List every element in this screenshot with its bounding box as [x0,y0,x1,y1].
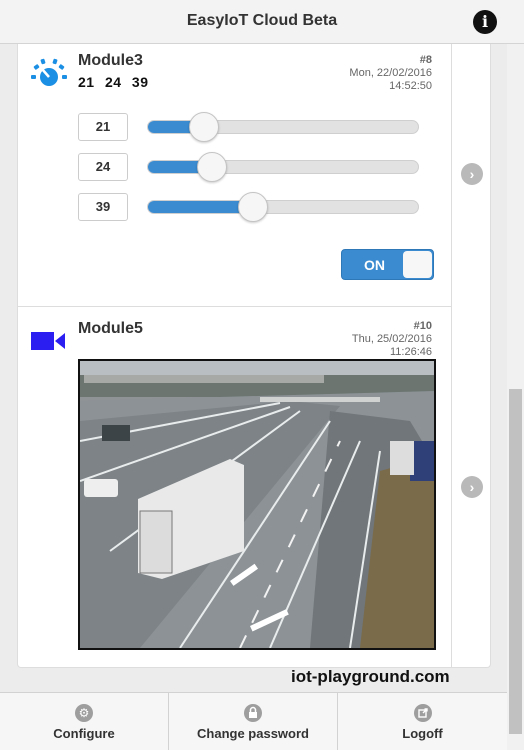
module-item-module5[interactable]: Module5 #10 Thu, 25/02/2016 11:26:46 [18,308,452,667]
slider-value-input[interactable]: 21 [78,113,128,141]
module-time: 14:52:50 [389,80,432,92]
slider-track[interactable] [147,160,419,174]
toggle-knob[interactable] [403,251,432,278]
footer-bar: ⚙ Configure Change password Logoff [0,692,507,750]
slider-value-input[interactable]: 39 [78,193,128,221]
camera-image [78,359,436,650]
module-date: Mon, 22/02/2016 [349,67,432,79]
module-time: 11:26:46 [389,346,432,358]
scrollbar-thumb[interactable] [509,389,522,734]
module-meta: #8 Mon, 22/02/2016 14:52:50 [349,54,432,93]
module-values: 21 24 39 [78,74,149,90]
slider-track[interactable] [147,200,419,214]
slider-handle[interactable] [197,152,228,182]
gear-icon: ⚙ [75,704,93,722]
slider-value-input[interactable]: 24 [78,153,128,181]
module-meta: #10 Thu, 25/02/2016 11:26:46 [352,320,432,359]
slider-track[interactable] [147,120,419,134]
gauge-icon [31,58,67,86]
slider-handle[interactable] [238,192,269,222]
module-name: Module3 [78,52,143,69]
module-date: Thu, 25/02/2016 [351,333,432,345]
change-password-label: Change password [197,726,309,741]
on-off-toggle[interactable]: ON [341,249,434,280]
video-camera-icon [31,332,65,350]
module-number: #8 [419,54,432,66]
module-item-arrow-cell[interactable]: › [452,44,491,307]
slider-row: 24 [78,152,423,182]
logoff-button[interactable]: Logoff [338,693,507,750]
module-item-module3[interactable]: Module3 21 24 39 #8 Mon, 22/02/2016 14:5… [18,44,452,307]
chevron-right-icon[interactable]: › [461,163,483,185]
module-number: #10 [413,320,432,332]
change-password-button[interactable]: Change password [169,693,338,750]
module-list: Module3 21 24 39 #8 Mon, 22/02/2016 14:5… [17,44,491,668]
configure-button[interactable]: ⚙ Configure [0,693,169,750]
info-icon[interactable]: i [473,10,497,34]
chevron-right-icon[interactable]: › [461,476,483,498]
slider-row: 39 [78,192,423,222]
app-header: EasyIoT Cloud Beta i [0,0,524,44]
slider-handle[interactable] [189,112,220,142]
watermark: iot-playground.com [291,667,450,686]
slider-row: 21 [78,112,423,142]
logoff-label: Logoff [402,726,443,741]
toggle-label: ON [364,257,385,273]
lock-icon [244,704,262,722]
configure-label: Configure [53,726,115,741]
logout-icon [414,704,432,722]
module-name: Module5 [78,320,143,337]
module-item-arrow-cell[interactable]: › [452,308,491,667]
app-title: EasyIoT Cloud Beta [186,12,338,29]
